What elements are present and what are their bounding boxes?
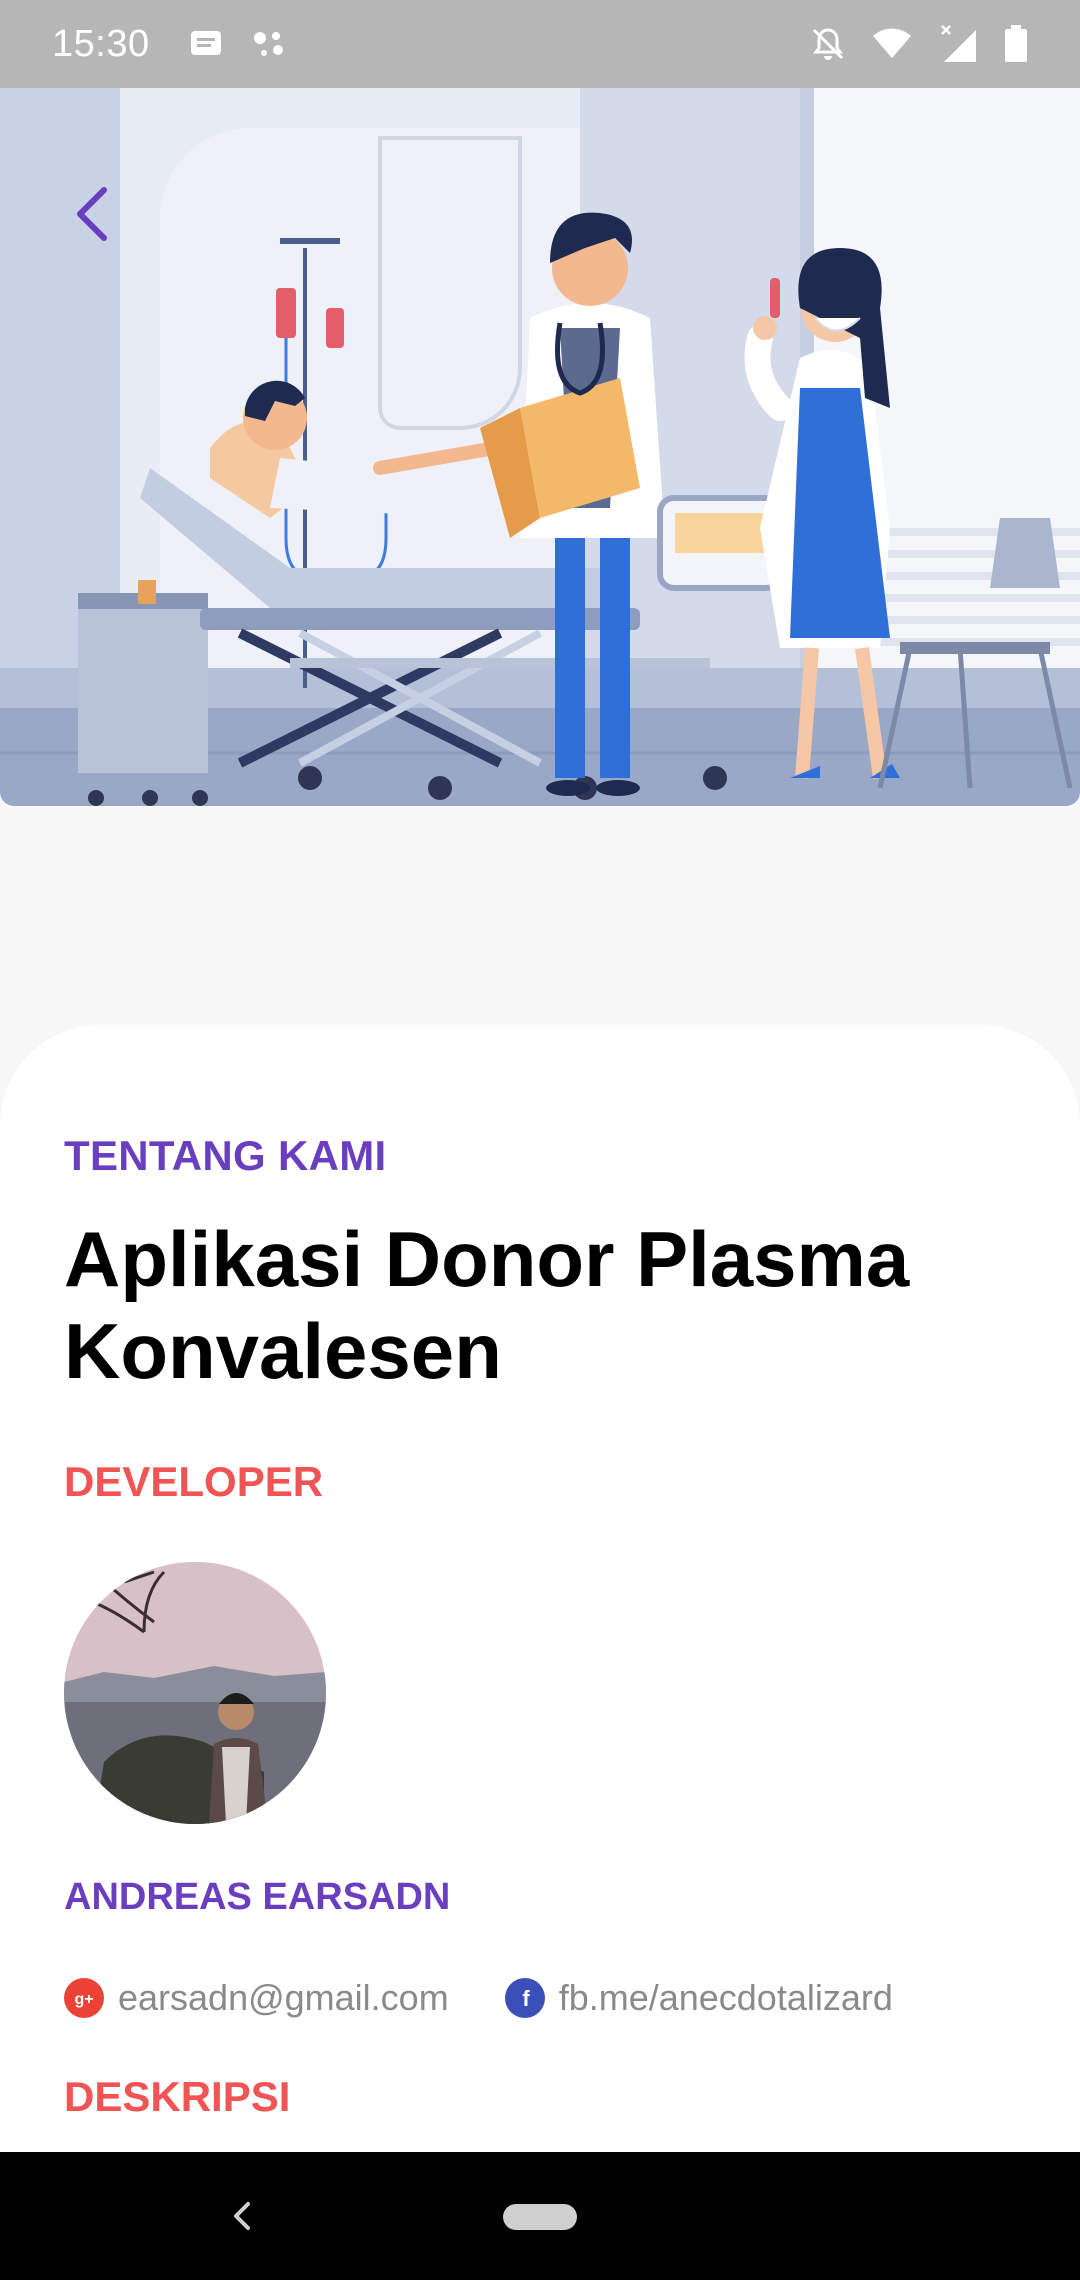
facebook-icon: f (504, 1978, 545, 2018)
facebook-text: fb.me/anecdotalizard (558, 1977, 893, 2018)
developer-name: ANDREAS EARSADN (64, 1876, 451, 1918)
hospital-illustration (0, 88, 1080, 806)
about-screen: 15:30 TENTANG KAMI Aplikasi Donor Plasma… (0, 0, 1080, 2280)
description-label: DESKRIPSI (64, 2073, 291, 2120)
status-time: 15:30 (52, 22, 150, 65)
contact-row: g+ earsadn@gmail.com f fb.me/anecdotaliz… (64, 1973, 893, 2023)
nav-back-icon (234, 2202, 250, 2230)
about-eyebrow: TENTANG KAMI (64, 1132, 387, 1179)
nav-home-pill[interactable] (503, 2204, 577, 2230)
svg-text:g+: g+ (74, 1991, 93, 2008)
facebook-link[interactable]: f fb.me/anecdotalizard (504, 1977, 893, 2019)
hero-illustration (0, 88, 1080, 806)
assistant-dots-icon (253, 32, 283, 56)
google-plus-icon: g+ (64, 1978, 104, 2018)
nav-back-button[interactable] (222, 2192, 262, 2240)
status-left-icons (190, 29, 288, 59)
developer-avatar (64, 1562, 326, 1824)
battery-icon (1005, 25, 1027, 62)
chevron-left-icon (77, 187, 107, 241)
status-bar: 15:30 (0, 0, 1080, 88)
developer-label: DEVELOPER (64, 1458, 324, 1505)
email-text: earsadn@gmail.com (118, 1977, 449, 2018)
status-right-icons (810, 24, 1028, 64)
about-card: TENTANG KAMI Aplikasi Donor Plasma Konva… (0, 1025, 1080, 2225)
wifi-icon (873, 28, 911, 58)
email-link[interactable]: g+ earsadn@gmail.com (64, 1977, 449, 2019)
avatar-photo (64, 1562, 326, 1824)
navigation-bar (0, 2152, 1080, 2280)
signal-icon (941, 25, 976, 62)
message-icon (190, 31, 221, 55)
notifications-off-icon (812, 28, 844, 60)
svg-text:f: f (522, 1986, 530, 2011)
back-button[interactable] (62, 174, 122, 254)
page-title: Aplikasi Donor Plasma Konvalesen (64, 1215, 910, 1395)
